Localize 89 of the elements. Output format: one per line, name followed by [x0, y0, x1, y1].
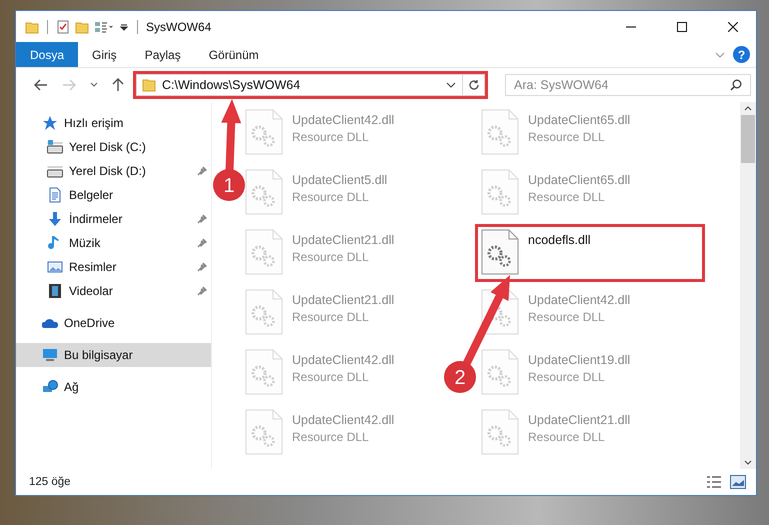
- videos-icon: [47, 283, 63, 299]
- file-type: Resource DLL: [292, 190, 370, 204]
- up-icon[interactable]: [112, 78, 124, 92]
- nav-item[interactable]: OneDrive: [16, 311, 211, 335]
- file-type: Resource DLL: [292, 130, 370, 144]
- details-view-icon[interactable]: [706, 475, 722, 489]
- file-name: ncodefls.dll: [528, 233, 591, 247]
- ribbon-tab[interactable]: Dosya: [16, 42, 78, 67]
- dll-file-icon: [481, 229, 519, 275]
- step-number-badge: 2: [444, 361, 476, 393]
- star-icon: [42, 115, 58, 131]
- dll-file-icon: [481, 409, 519, 455]
- nav-item[interactable]: Yerel Disk (C:): [16, 135, 211, 159]
- nav-item[interactable]: Belgeler: [16, 183, 211, 207]
- file-type: Resource DLL: [528, 190, 606, 204]
- close-icon: [728, 22, 738, 32]
- scroll-down-icon[interactable]: [744, 460, 752, 465]
- dll-file-icon: [481, 169, 519, 215]
- download-icon: [47, 211, 63, 227]
- pin-icon[interactable]: [197, 238, 207, 248]
- dll-file-icon: [481, 349, 519, 395]
- nav-item[interactable]: Yerel Disk (D:): [16, 159, 211, 183]
- network-icon: [42, 379, 58, 395]
- search-icon: [730, 79, 742, 91]
- ribbon-tab[interactable]: Giriş: [78, 42, 131, 67]
- file-name: UpdateClient21.dll: [292, 293, 394, 307]
- file-name: UpdateClient42.dll: [528, 293, 630, 307]
- recent-locations-icon[interactable]: [90, 82, 98, 88]
- nav-item[interactable]: Müzik: [16, 231, 211, 255]
- file-type: Resource DLL: [528, 310, 606, 324]
- minimize-icon: [626, 26, 636, 28]
- dll-file-icon: [245, 409, 283, 455]
- file-name: UpdateClient42.dll: [292, 113, 394, 127]
- dll-file-icon: [245, 289, 283, 335]
- scroll-thumb[interactable]: [741, 115, 755, 163]
- dll-file-icon: [245, 169, 283, 215]
- refresh-icon: [468, 79, 480, 91]
- expand-ribbon-icon[interactable]: [715, 52, 725, 58]
- file-name: UpdateClient19.dll: [528, 353, 630, 367]
- scrollbar[interactable]: [740, 102, 756, 469]
- nav-item[interactable]: Resimler: [16, 255, 211, 279]
- ribbon-tab[interactable]: Görünüm: [194, 42, 273, 67]
- file-type: Resource DLL: [292, 370, 370, 384]
- file-name: UpdateClient42.dll: [292, 413, 394, 427]
- file-name: UpdateClient65.dll: [528, 113, 630, 127]
- dll-file-icon: [481, 109, 519, 155]
- pin-icon[interactable]: [197, 166, 207, 176]
- file-type: Resource DLL: [292, 250, 370, 264]
- nav-item[interactable]: Ağ: [16, 375, 211, 399]
- computer-icon: [42, 347, 58, 363]
- view-options-icon[interactable]: [94, 20, 114, 34]
- pin-icon[interactable]: [197, 262, 207, 272]
- pictures-icon: [47, 259, 63, 275]
- file-type: Resource DLL: [528, 370, 606, 384]
- item-count: 125 öğe: [29, 476, 71, 488]
- folder-icon: [142, 78, 156, 92]
- nav-item[interactable]: Hızlı erişim: [16, 111, 211, 135]
- file-type: Resource DLL: [528, 430, 606, 444]
- dll-file-icon: [245, 229, 283, 275]
- search-field[interactable]: Ara: SysWOW64: [505, 74, 751, 96]
- back-icon[interactable]: [34, 79, 48, 91]
- file-type: Resource DLL: [292, 310, 370, 324]
- properties-icon[interactable]: [56, 20, 70, 34]
- file-type: Resource DLL: [528, 130, 606, 144]
- pin-icon[interactable]: [197, 286, 207, 296]
- file-name: UpdateClient21.dll: [528, 413, 630, 427]
- dll-file-icon: [245, 109, 283, 155]
- dll-file-icon: [245, 349, 283, 395]
- scroll-up-icon[interactable]: [744, 106, 752, 111]
- window-title: SysWOW64: [146, 20, 212, 34]
- large-icons-view-icon[interactable]: [730, 475, 746, 489]
- nav-item[interactable]: İndirmeler: [16, 207, 211, 231]
- step-number-badge: 1: [213, 169, 245, 201]
- file-name: UpdateClient21.dll: [292, 233, 394, 247]
- file-item[interactable]: ncodefls.dll: [478, 227, 702, 279]
- drive-c-icon: [47, 139, 63, 155]
- dropdown-icon[interactable]: [446, 82, 456, 88]
- address-bar[interactable]: C:\Windows\SysWOW64: [136, 74, 485, 96]
- file-type: Resource DLL: [292, 430, 370, 444]
- nav-item[interactable]: Videolar: [16, 279, 211, 303]
- help-button[interactable]: ?: [733, 46, 750, 63]
- nav-item[interactable]: Bu bilgisayar: [16, 343, 211, 367]
- file-name: UpdateClient5.dll: [292, 173, 388, 187]
- maximize-icon: [677, 22, 687, 32]
- file-name: UpdateClient42.dll: [292, 353, 394, 367]
- file-name: UpdateClient65.dll: [528, 173, 630, 187]
- document-icon: [47, 187, 63, 203]
- ribbon-tab[interactable]: Paylaş: [130, 42, 195, 67]
- pin-icon[interactable]: [197, 214, 207, 224]
